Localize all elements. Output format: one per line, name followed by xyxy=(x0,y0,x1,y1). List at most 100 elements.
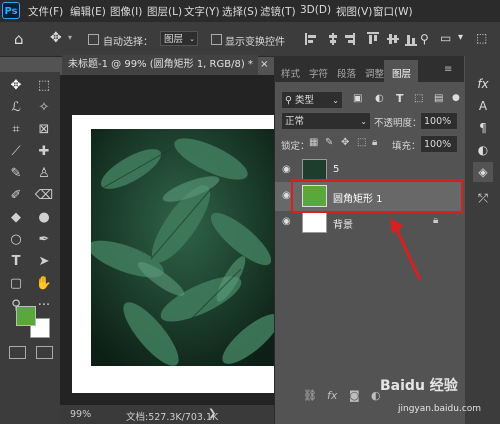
menu-image[interactable]: 图像(I) xyxy=(110,4,142,19)
rectangle-tool-icon[interactable]: ▢ xyxy=(6,274,26,294)
search-icon[interactable]: ⚲ xyxy=(420,32,429,46)
filter-shape-icon[interactable]: ⬚ xyxy=(414,93,423,104)
character-icon[interactable]: A xyxy=(473,96,493,116)
screen-mode-icon[interactable] xyxy=(36,346,53,359)
lasso-tool-icon[interactable]: ℒ xyxy=(6,98,26,118)
add-mask-icon[interactable]: ◙ xyxy=(349,389,360,402)
close-icon[interactable]: × xyxy=(260,59,268,70)
status-arrow-icon[interactable]: ❯ xyxy=(208,408,216,419)
highlight-box xyxy=(291,179,463,213)
dodge-tool-icon[interactable]: ○ xyxy=(6,230,26,250)
status-bar: 99% 文档:527.3K/703.1K ❯ xyxy=(60,405,274,424)
menu-bar: Ps 文件(F) 编辑(E) 图像(I) 图层(L) 文字(Y) 选择(S) 滤… xyxy=(0,0,500,22)
tab-character[interactable]: 字符 xyxy=(309,66,328,80)
opacity-value: 100% xyxy=(424,116,452,127)
tab-paragraph[interactable]: 段落 xyxy=(337,66,356,80)
fill-field[interactable]: 100% xyxy=(420,135,458,153)
show-transform-checkbox[interactable] xyxy=(211,34,222,45)
fx-icon[interactable]: fx xyxy=(473,74,493,94)
menu-window[interactable]: 窗口(W) xyxy=(373,4,413,19)
panel-menu-icon[interactable]: ≡ xyxy=(444,64,452,75)
frame-tool-icon[interactable]: ⊠ xyxy=(34,120,54,140)
paragraph-icon[interactable]: ¶ xyxy=(473,118,493,138)
align-right-icon xyxy=(353,33,355,45)
menu-edit[interactable]: 编辑(E) xyxy=(70,4,106,19)
filter-pixel-icon[interactable]: ▣ xyxy=(353,93,362,104)
paths-icon[interactable]: ⤱ xyxy=(473,188,493,208)
layers-icon[interactable]: ◈ xyxy=(473,162,493,182)
type-tool-icon[interactable]: T xyxy=(6,252,26,272)
filter-adjustment-icon[interactable]: ◐ xyxy=(375,93,384,104)
auto-select-dropdown[interactable]: 图层 ⌄ xyxy=(160,31,198,46)
menu-view[interactable]: 视图(V) xyxy=(336,4,372,19)
auto-select-label: 自动选择： xyxy=(103,37,153,48)
crop-tool-icon[interactable]: ⌗ xyxy=(6,120,26,140)
leaf-photo-image xyxy=(91,129,274,366)
menu-filter[interactable]: 滤镜(T) xyxy=(260,4,296,19)
move-tool-icon[interactable]: ✥ xyxy=(6,76,26,96)
align-bottom-icon xyxy=(405,44,417,46)
hand-tool-icon[interactable]: ✋ xyxy=(34,274,54,294)
annotation-arrow xyxy=(390,218,422,281)
visibility-eye-icon[interactable]: ◉ xyxy=(282,190,291,201)
zoom-level[interactable]: 99% xyxy=(70,409,91,420)
quick-mask-icon[interactable] xyxy=(9,346,26,359)
paint-bucket-tool-icon[interactable]: ◆ xyxy=(6,208,26,228)
pen-tool-icon[interactable]: ✒ xyxy=(34,230,54,250)
document-tab[interactable]: 未标题-1 @ 99% (圆角矩形 1, RGB/8) * × xyxy=(62,55,268,75)
marquee-tool-icon[interactable]: ⬚ xyxy=(34,76,54,96)
clone-stamp-tool-icon[interactable]: ♙ xyxy=(34,164,54,184)
foreground-color-swatch[interactable] xyxy=(16,306,36,326)
share-icon[interactable]: ⬚ xyxy=(476,31,487,45)
link-layers-icon[interactable]: ⛓ xyxy=(303,389,317,402)
lock-pixels-icon[interactable]: ✎ xyxy=(325,137,333,148)
lock-all-icon[interactable]: 🔒︎ xyxy=(372,137,377,148)
document-info: 文档:527.3K/703.1K xyxy=(126,412,219,423)
history-brush-tool-icon[interactable]: ✐ xyxy=(6,186,26,206)
menu-type[interactable]: 文字(Y) xyxy=(184,4,220,19)
eyedropper-tool-icon[interactable]: ⟋ xyxy=(6,142,26,162)
rounded-rectangle-photo[interactable] xyxy=(91,129,274,366)
lock-transparent-icon[interactable]: ▦ xyxy=(309,137,318,148)
layer-name[interactable]: 5 xyxy=(333,164,339,175)
menu-3d[interactable]: 3D(D) xyxy=(300,4,331,16)
visibility-eye-icon[interactable]: ◉ xyxy=(282,216,291,227)
menu-select[interactable]: 选择(S) xyxy=(222,4,258,19)
align-top-icon xyxy=(367,32,379,34)
adjustments-icon[interactable]: ◐ xyxy=(473,140,493,160)
chevron-down-icon: ⌄ xyxy=(332,96,339,105)
auto-select-checkbox[interactable] xyxy=(88,34,99,45)
tool-preset-chevron-icon[interactable]: ▾ xyxy=(68,33,72,42)
visibility-eye-icon[interactable]: ◉ xyxy=(282,164,291,175)
tab-layers[interactable]: 图层 xyxy=(392,66,411,80)
tab-styles[interactable]: 样式 xyxy=(281,66,300,80)
filter-type-icon[interactable]: T xyxy=(396,92,404,105)
path-selection-tool-icon[interactable]: ➤ xyxy=(34,252,54,272)
healing-brush-tool-icon[interactable]: ✚ xyxy=(34,142,54,162)
lock-label: 锁定： xyxy=(281,141,310,152)
filter-smart-object-icon[interactable]: ▤ xyxy=(434,93,443,104)
photoshop-logo-icon: Ps xyxy=(2,2,20,19)
layer-filter-dropdown[interactable]: ⚲ 类型 ⌄ xyxy=(281,91,343,109)
menu-layer[interactable]: 图层(L) xyxy=(147,4,182,19)
fx-icon[interactable]: fx xyxy=(327,389,337,402)
magic-wand-tool-icon[interactable]: ✧ xyxy=(34,98,54,118)
eraser-tool-icon[interactable]: ⌫ xyxy=(34,186,54,206)
lock-artboard-icon[interactable]: ⬚ xyxy=(357,137,366,148)
lock-position-icon[interactable]: ✥ xyxy=(341,137,349,148)
more-tools-icon[interactable]: ··· xyxy=(34,296,54,316)
workspace-icon[interactable]: ▭ xyxy=(440,31,451,45)
blend-mode-dropdown[interactable]: 正常 ⌄ xyxy=(281,112,371,130)
move-tool-icon[interactable]: ✥ xyxy=(50,30,62,46)
filter-toggle-icon[interactable]: ● xyxy=(452,93,460,103)
menu-file[interactable]: 文件(F) xyxy=(28,4,63,19)
home-icon[interactable]: ⌂ xyxy=(14,30,24,48)
blur-tool-icon[interactable]: ● xyxy=(34,208,54,228)
layer-name[interactable]: 背景 xyxy=(333,216,353,231)
tab-adjustments[interactable]: 调整 xyxy=(365,66,384,80)
workspace-chevron-icon[interactable]: ▾ xyxy=(458,32,463,43)
layer-filter-value: 类型 xyxy=(294,95,314,106)
brush-tool-icon[interactable]: ✎ xyxy=(6,164,26,184)
opacity-field[interactable]: 100% xyxy=(420,112,458,130)
fill-label: 填充： xyxy=(392,141,421,152)
